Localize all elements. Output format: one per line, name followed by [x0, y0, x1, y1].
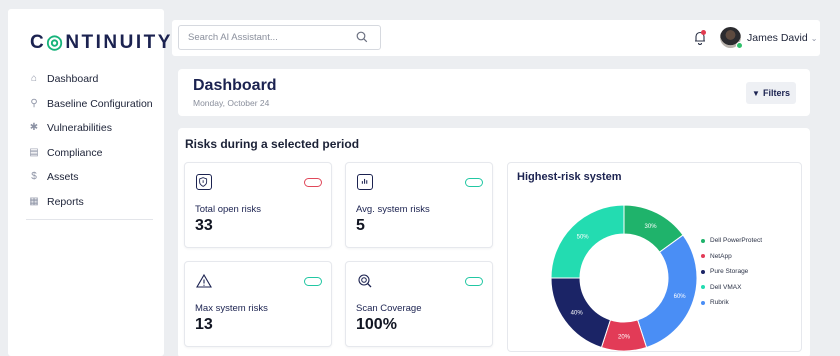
page-header: Dashboard Monday, October 24 ▼ Filters [178, 69, 810, 116]
stat-card-total-open-risks[interactable]: Total open risks 33 [184, 162, 332, 248]
legend-swatch [701, 269, 705, 274]
search-placeholder: Search AI Assistant... [188, 32, 278, 43]
stat-label: Total open risks [195, 204, 262, 215]
stat-value: 13 [195, 316, 213, 333]
user-name: James David [747, 32, 808, 44]
scan-icon [357, 273, 373, 289]
chart-legend: Dell PowerProtect NetApp Pure Storage De… [701, 233, 762, 311]
stat-card-avg-system-risks[interactable]: Avg. system risks 5 [345, 162, 493, 248]
sidebar-item-reports[interactable]: ▦ Reports [8, 190, 164, 215]
avatar[interactable] [720, 27, 743, 49]
legend-label: Pure Storage [710, 268, 749, 276]
slice-data-label: 20% [618, 335, 631, 341]
report-icon: ▦ [29, 195, 39, 207]
bug-icon: ✱ [29, 122, 39, 134]
user-menu[interactable]: James David ⌄ [747, 32, 817, 44]
online-status-dot [736, 42, 743, 49]
page-title: Dashboard [193, 77, 277, 94]
slice-data-label: 60% [674, 294, 687, 300]
highest-risk-system-card: Highest-risk system 30% 60% 20% 40% 50% Dell… [507, 162, 802, 352]
trend-up-badge [304, 178, 322, 187]
brand-logo[interactable]: C◎NTINUITY [30, 31, 173, 54]
clipboard-icon: ▤ [29, 146, 39, 158]
legend-swatch [701, 300, 705, 305]
stat-value: 100% [356, 316, 397, 333]
sidebar-item-label: Assets [47, 171, 79, 184]
filters-button[interactable]: ▼ Filters [746, 82, 796, 104]
legend-item-dell-powerprotect[interactable]: Dell PowerProtect [701, 233, 762, 249]
legend-label: Rubrik [710, 299, 729, 307]
filters-label: Filters [762, 88, 790, 98]
sidebar-item-label: Baseline Configuration [47, 97, 153, 110]
legend-label: Dell VMAX [710, 283, 742, 291]
stat-card-max-system-risks[interactable]: Max system risks 13 [184, 261, 332, 347]
legend-item-rubrik[interactable]: Rubrik [701, 295, 762, 311]
chevron-down-icon: ⌄ [810, 34, 818, 43]
section-title: Risks during a selected period [185, 137, 360, 151]
legend-swatch [701, 254, 705, 259]
legend-item-dell-vmax[interactable]: Dell VMAX [701, 280, 762, 296]
slice-data-label: 50% [577, 235, 590, 241]
sidebar-item-assets[interactable]: $ Assets [8, 165, 164, 190]
search-input[interactable]: Search AI Assistant... [178, 25, 381, 50]
filter-icon: ▼ [752, 88, 760, 98]
legend-item-pure-storage[interactable]: Pure Storage [701, 264, 762, 280]
stat-label: Scan Coverage [356, 303, 422, 314]
notification-bell-icon[interactable] [693, 30, 707, 45]
donut-slice-rubrik[interactable] [636, 234, 698, 349]
shield-icon [196, 174, 212, 190]
legend-item-netapp[interactable]: NetApp [701, 249, 762, 265]
stat-value: 33 [195, 217, 213, 234]
baseline-icon: ⚲ [30, 97, 38, 109]
sidebar-item-label: Vulnerabilities [47, 122, 112, 135]
sidebar-divider [26, 219, 153, 220]
dollar-icon: $ [31, 171, 37, 183]
legend-swatch [701, 238, 705, 243]
trend-stable-badge [304, 277, 322, 286]
stat-value: 5 [356, 217, 365, 234]
sidebar-item-label: Dashboard [47, 73, 99, 86]
home-icon: ⌂ [30, 73, 38, 85]
legend-label: Dell PowerProtect [710, 237, 763, 245]
warning-icon [196, 273, 212, 289]
slice-data-label: 40% [571, 310, 584, 316]
sidebar: C◎NTINUITY ⌂ Dashboard ⚲ Baseline Config… [8, 9, 170, 356]
search-icon[interactable] [356, 31, 368, 43]
trend-stable-badge [465, 277, 483, 286]
sidebar-nav: ⌂ Dashboard ⚲ Baseline Configuration ✱ V… [8, 67, 164, 214]
sidebar-item-baseline-configuration[interactable]: ⚲ Baseline Configuration [8, 92, 164, 117]
stat-label: Max system risks [195, 303, 268, 314]
sidebar-item-vulnerabilities[interactable]: ✱ Vulnerabilities [8, 116, 164, 141]
sidebar-item-compliance[interactable]: ▤ Compliance [8, 141, 164, 166]
risks-panel: Risks during a selected period Total ope… [178, 128, 810, 356]
stat-card-scan-coverage[interactable]: Scan Coverage 100% [345, 261, 493, 347]
bar-chart-icon [357, 174, 373, 190]
sidebar-item-label: Reports [47, 195, 84, 208]
donut-slice-dell-vmax[interactable] [550, 204, 625, 279]
trend-stable-badge [465, 178, 483, 187]
legend-label: NetApp [710, 252, 732, 260]
notification-dot [701, 30, 706, 35]
top-bar: Search AI Assistant... James David ⌄ [172, 20, 820, 56]
sidebar-item-dashboard[interactable]: ⌂ Dashboard [8, 67, 164, 92]
stat-label: Avg. system risks [356, 204, 430, 215]
sidebar-item-label: Compliance [47, 146, 103, 159]
page-date: Monday, October 24 [193, 98, 270, 108]
legend-swatch [701, 285, 705, 290]
slice-data-label: 30% [645, 224, 658, 230]
